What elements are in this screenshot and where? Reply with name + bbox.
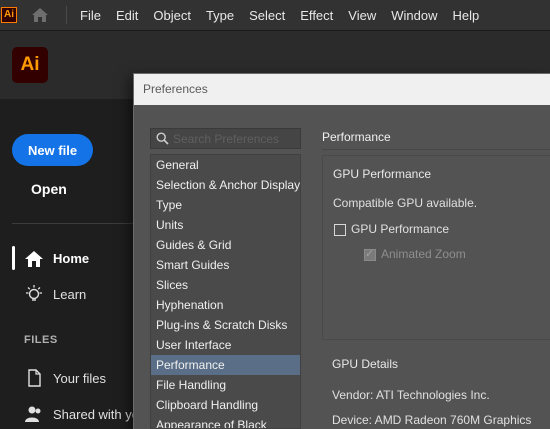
menu-items: File Edit Object Type Select Effect View… <box>80 0 494 30</box>
category-user-interface[interactable]: User Interface <box>151 335 300 355</box>
menu-object[interactable]: Object <box>153 8 191 23</box>
new-file-button[interactable]: New file <box>12 134 93 166</box>
nav-learn[interactable]: Learn <box>53 287 86 302</box>
category-guides-grid[interactable]: Guides & Grid <box>151 235 300 255</box>
nav-home[interactable]: Home <box>53 251 89 266</box>
category-smart-guides[interactable]: Smart Guides <box>151 255 300 275</box>
nav-shared-with-you[interactable]: Shared with yo <box>53 407 139 422</box>
search-preferences-input[interactable] <box>173 129 297 148</box>
menu-view[interactable]: View <box>348 8 376 23</box>
menu-file[interactable]: File <box>80 8 101 23</box>
gpu-details-group: GPU Details Vendor: ATI Technologies Inc… <box>322 347 550 429</box>
pane-divider <box>322 149 550 150</box>
gpu-details-title: GPU Details <box>332 357 399 371</box>
category-selection-anchor-display[interactable]: Selection & Anchor Display <box>151 175 300 195</box>
category-slices[interactable]: Slices <box>151 275 300 295</box>
menu-type[interactable]: Type <box>206 8 234 23</box>
home-active-indicator <box>12 246 15 270</box>
category-plugins-scratch-disks[interactable]: Plug-ins & Scratch Disks <box>151 315 300 335</box>
menu-select[interactable]: Select <box>249 8 285 23</box>
home-icon[interactable] <box>30 6 50 24</box>
animated-zoom-checkbox[interactable] <box>364 247 376 261</box>
category-list: General Selection & Anchor Display Type … <box>150 154 301 429</box>
category-units[interactable]: Units <box>151 215 300 235</box>
preferences-dialog: Preferences General Selection & Anchor D… <box>133 73 550 429</box>
category-performance[interactable]: Performance <box>151 355 300 375</box>
gpu-performance-title: GPU Performance <box>333 167 432 181</box>
illustrator-app-icon[interactable]: Ai <box>1 7 17 23</box>
gpu-vendor-text: Vendor: ATI Technologies Inc. <box>332 388 490 402</box>
gpu-device-text: Device: AMD Radeon 760M Graphics <box>332 413 532 427</box>
category-appearance-of-black[interactable]: Appearance of Black <box>151 415 300 428</box>
menu-window[interactable]: Window <box>391 8 437 23</box>
menu-separator <box>66 6 67 24</box>
file-icon <box>28 369 41 387</box>
gpu-performance-checkbox[interactable] <box>334 224 346 236</box>
search-preferences-box[interactable] <box>150 128 301 149</box>
shared-users-icon <box>25 406 41 422</box>
gpu-performance-group: GPU Performance Compatible GPU available… <box>322 155 550 340</box>
menu-bar: Ai File Edit Object Type Select Effect V… <box>0 0 550 31</box>
nav-divider <box>12 223 133 224</box>
gpu-performance-label[interactable]: GPU Performance <box>351 222 449 236</box>
open-button[interactable]: Open <box>31 181 67 197</box>
files-heading: FILES <box>24 334 58 346</box>
search-icon <box>156 132 169 145</box>
pane-title: Performance <box>322 130 391 144</box>
category-type[interactable]: Type <box>151 195 300 215</box>
menu-help[interactable]: Help <box>452 8 479 23</box>
lightbulb-icon <box>26 285 42 301</box>
animated-zoom-label: Animated Zoom <box>381 247 466 261</box>
category-hyphenation[interactable]: Hyphenation <box>151 295 300 315</box>
nav-your-files[interactable]: Your files <box>53 371 106 386</box>
category-general[interactable]: General <box>151 155 300 175</box>
home-icon <box>25 251 43 267</box>
illustrator-logo: Ai <box>12 47 48 83</box>
category-clipboard-handling[interactable]: Clipboard Handling <box>151 395 300 415</box>
category-file-handling[interactable]: File Handling <box>151 375 300 395</box>
preferences-title[interactable]: Preferences <box>134 74 550 105</box>
gpu-status-text: Compatible GPU available. <box>333 196 478 210</box>
menu-effect[interactable]: Effect <box>300 8 333 23</box>
menu-edit[interactable]: Edit <box>116 8 138 23</box>
